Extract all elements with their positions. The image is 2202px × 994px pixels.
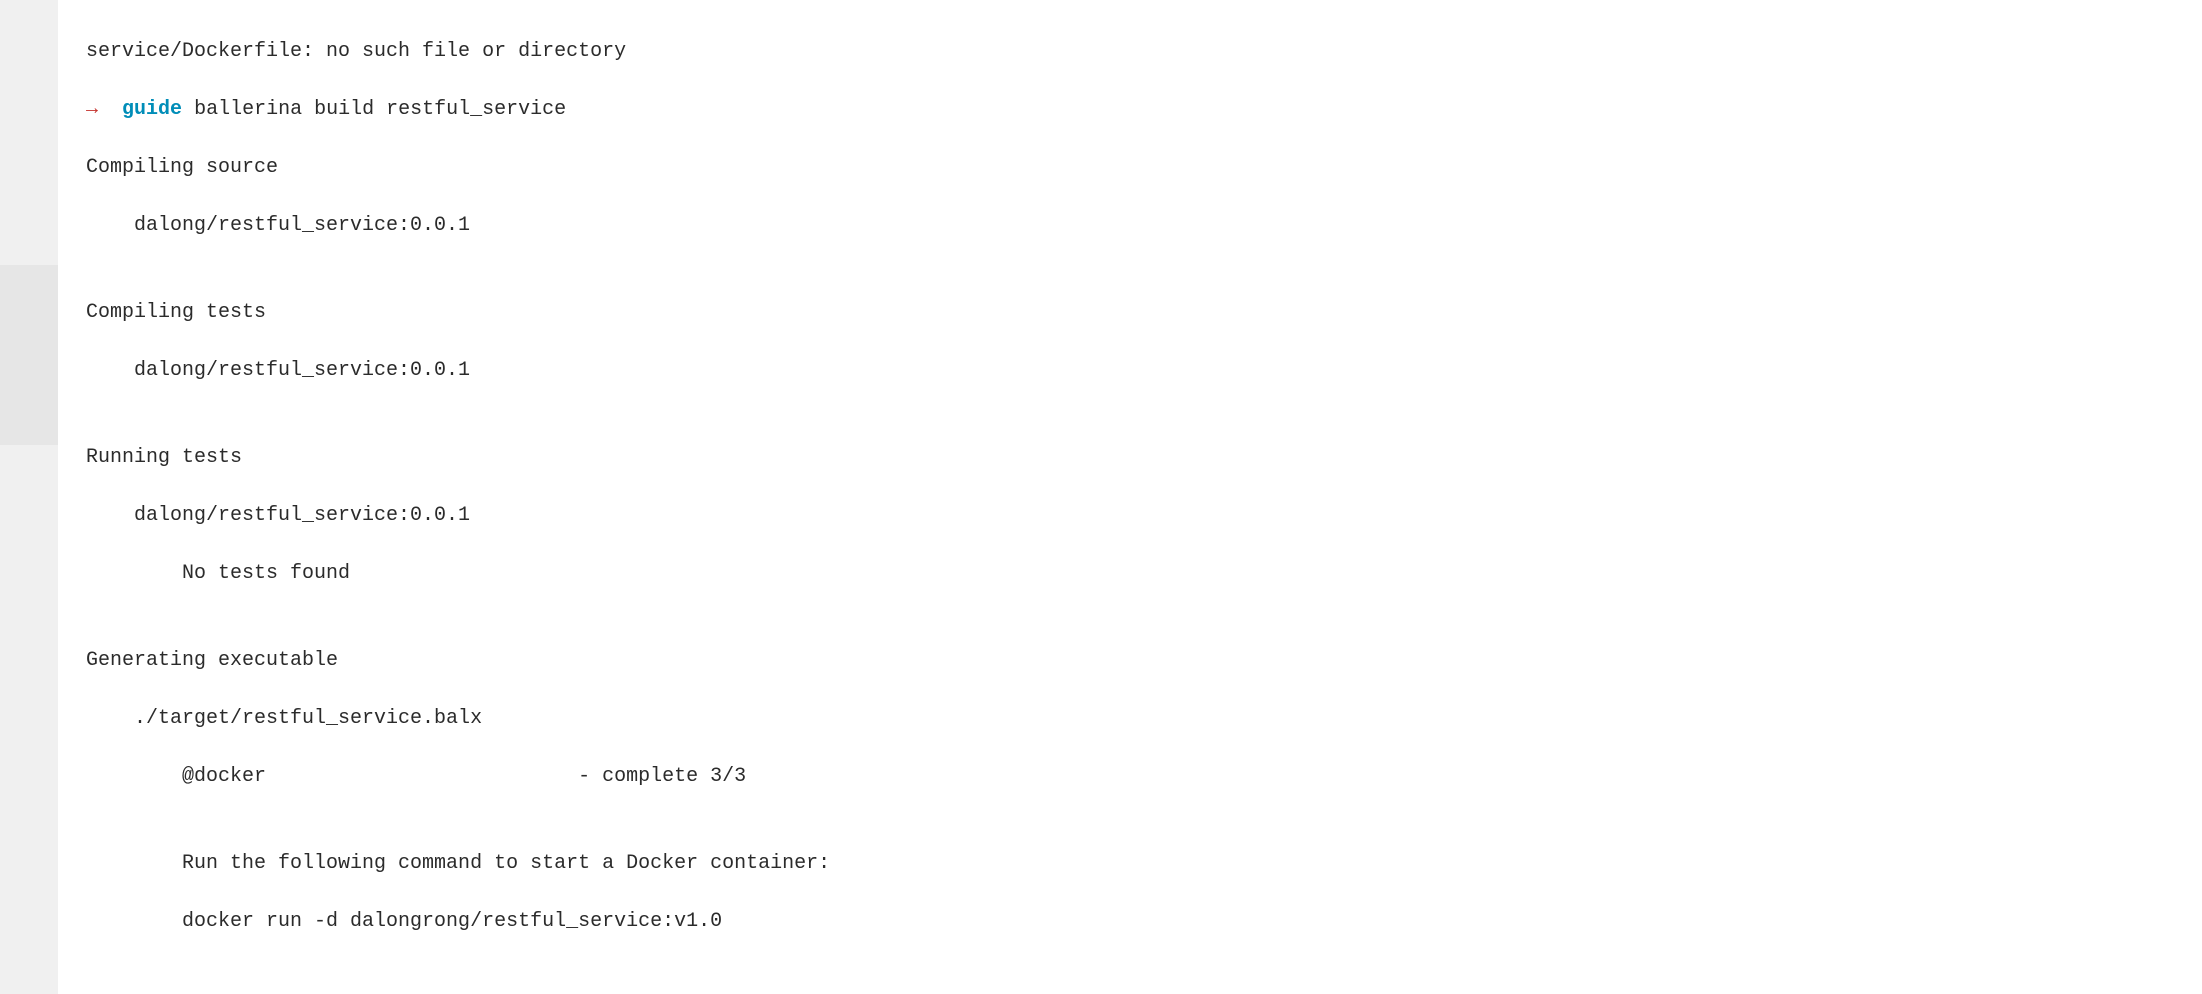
output-line: Running tests [86, 443, 830, 472]
prompt-path: guide [122, 98, 182, 121]
output-line: dalong/restful_service:0.0.1 [86, 211, 830, 240]
output-line: docker run -d dalongrong/restful_service… [86, 907, 830, 936]
output-line: Generating executable [86, 646, 830, 675]
output-line: Compiling source [86, 153, 830, 182]
editor-gutter [0, 0, 58, 994]
gutter-selection [0, 265, 58, 445]
output-line: ./target/restful_service.balx [86, 704, 830, 733]
terminal-output: service/Dockerfile: no such file or dire… [58, 0, 830, 994]
output-line: service/Dockerfile: no such file or dire… [86, 37, 830, 66]
output-line: @docker - complete 3/3 [86, 762, 830, 791]
output-line: No tests found [86, 559, 830, 588]
output-line: dalong/restful_service:0.0.1 [86, 356, 830, 385]
output-line: dalong/restful_service:0.0.1 [86, 501, 830, 530]
prompt-arrow-icon: → [86, 98, 98, 121]
output-line: Compiling tests [86, 298, 830, 327]
prompt-command: ballerina build restful_service [194, 98, 566, 121]
prompt-line[interactable]: → guide ballerina build restful_service [86, 95, 830, 124]
output-line: Run the following command to start a Doc… [86, 849, 830, 878]
